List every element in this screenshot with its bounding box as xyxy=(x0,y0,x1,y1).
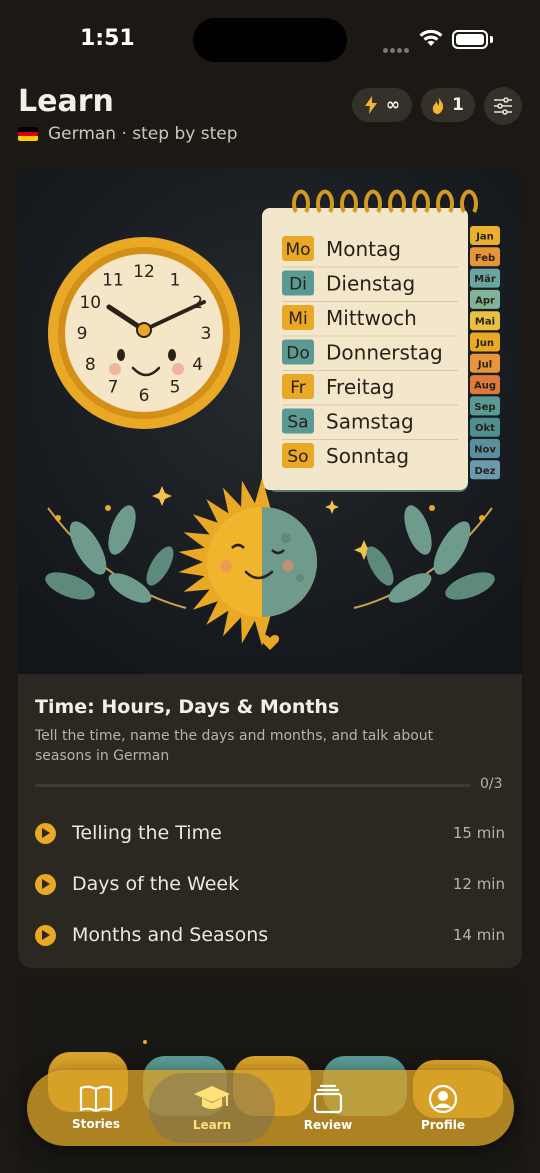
tab-label: Learn xyxy=(192,1118,232,1132)
day-abbr: Do xyxy=(286,344,310,364)
lesson-duration: 14 min xyxy=(452,926,505,944)
month-label: Okt xyxy=(475,423,495,434)
month-label: Mär xyxy=(474,274,496,285)
streak-badge[interactable]: 1 xyxy=(421,88,475,122)
dynamic-island xyxy=(193,18,347,62)
calendar-illustration: Mo Montag Di Dienstag Mi Mittwoch Do Donnerstag… xyxy=(262,189,500,492)
clock-number: 1 xyxy=(170,270,181,290)
clock-number: 10 xyxy=(79,293,101,313)
day-name: Samstag xyxy=(326,410,414,434)
tab-review[interactable]: Review xyxy=(273,1070,383,1146)
energy-badge[interactable]: ∞ xyxy=(352,88,412,122)
day-name: Mittwoch xyxy=(326,306,417,330)
lesson-name: Months and Seasons xyxy=(72,924,269,946)
clock-number: 5 xyxy=(170,378,181,398)
lesson-row-telling-time[interactable]: Telling the Time 15 min xyxy=(35,813,505,853)
lesson-row-days-of-week[interactable]: Days of the Week 12 min xyxy=(35,864,505,904)
settings-button[interactable] xyxy=(484,87,522,125)
progress-count: 0/3 xyxy=(480,776,503,792)
unit-description: Tell the time, name the days and months,… xyxy=(35,728,434,764)
status-bar: 1:51 xyxy=(0,0,540,80)
month-label: Aug xyxy=(474,381,496,392)
person-circle-icon xyxy=(428,1084,458,1114)
progress-bar xyxy=(35,784,471,787)
lesson-name: Telling the Time xyxy=(72,822,222,844)
german-flag-icon xyxy=(18,127,38,141)
tab-learn[interactable]: Learn xyxy=(149,1073,275,1143)
book-icon xyxy=(79,1085,113,1113)
day-name: Sonntag xyxy=(326,444,409,468)
tab-stories[interactable]: Stories xyxy=(41,1070,151,1146)
lesson-card[interactable]: 121234567891011 MoMontagDiDienstagMiMitt… xyxy=(18,168,522,968)
graduation-cap-icon xyxy=(194,1086,230,1109)
month-label: Nov xyxy=(474,445,496,456)
hero-svg: 121234567891011 MoMontagDiDienstagMiMitt… xyxy=(18,168,522,674)
cellular-icon xyxy=(383,38,411,53)
clock-illustration: 121234567891011 xyxy=(48,237,240,429)
day-name: Dienstag xyxy=(326,272,415,296)
lesson-card-body: Time: Hours, Days & Months Tell the time… xyxy=(18,674,522,968)
clock-number: 7 xyxy=(108,378,119,398)
month-label: Feb xyxy=(475,253,495,264)
streak-value: 1 xyxy=(452,95,464,115)
lesson-duration: 15 min xyxy=(452,824,505,842)
lesson-name: Days of the Week xyxy=(72,873,240,895)
wifi-icon xyxy=(419,29,443,46)
play-icon xyxy=(35,873,56,895)
language-subtitle: German · step by step xyxy=(18,124,238,144)
clock-number: 12 xyxy=(133,262,155,282)
tab-label: Profile xyxy=(420,1118,466,1132)
page-title: Learn xyxy=(18,84,114,119)
clock-number: 8 xyxy=(85,355,96,375)
unit-title: Time: Hours, Days & Months xyxy=(35,696,340,718)
clock-number: 6 xyxy=(139,386,150,406)
day-name: Montag xyxy=(326,237,401,261)
clock-number: 4 xyxy=(192,355,203,375)
clock-number: 9 xyxy=(77,324,88,344)
status-time: 1:51 xyxy=(80,26,135,51)
day-name: Freitag xyxy=(326,375,395,399)
day-abbr: Mi xyxy=(288,309,307,329)
day-abbr: So xyxy=(287,447,308,467)
day-abbr: Di xyxy=(289,275,307,295)
play-icon xyxy=(35,924,56,946)
clock-number: 3 xyxy=(201,324,212,344)
month-label: Jun xyxy=(475,338,494,349)
energy-value: ∞ xyxy=(385,95,401,115)
month-label: Sep xyxy=(474,402,495,413)
battery-icon xyxy=(452,30,488,49)
month-label: Apr xyxy=(475,295,495,306)
lesson-duration: 12 min xyxy=(452,875,505,893)
clock-number: 11 xyxy=(102,270,124,290)
subtitle-text: German · step by step xyxy=(48,124,238,144)
month-label: Dez xyxy=(475,466,496,477)
day-name: Donnerstag xyxy=(326,341,443,365)
month-label: Mai xyxy=(475,317,495,328)
day-abbr: Fr xyxy=(290,378,306,398)
flame-icon xyxy=(432,96,444,114)
lightning-icon xyxy=(364,96,377,114)
month-label: Jan xyxy=(475,232,494,243)
play-icon xyxy=(35,822,56,844)
tab-bar: Stories Learn Review Profile xyxy=(27,1070,514,1146)
stack-icon xyxy=(313,1084,343,1114)
month-label: Jul xyxy=(477,359,492,370)
tab-label: Review xyxy=(303,1118,353,1132)
tab-profile[interactable]: Profile xyxy=(388,1070,498,1146)
lesson-row-months-seasons[interactable]: Months and Seasons 14 min xyxy=(35,915,505,955)
sliders-icon xyxy=(494,97,512,115)
hero-illustration: 121234567891011 MoMontagDiDienstagMiMitt… xyxy=(18,168,522,674)
day-abbr: Mo xyxy=(285,240,310,260)
day-abbr: Sa xyxy=(287,413,308,433)
tab-label: Stories xyxy=(72,1117,120,1131)
